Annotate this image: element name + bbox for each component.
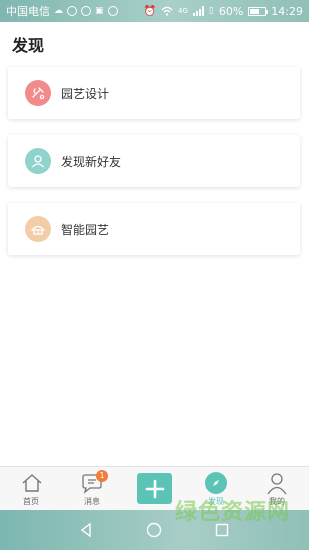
find-friend-icon <box>25 148 51 174</box>
picture-icon: ▣ <box>95 6 104 16</box>
clock-time: 14:29 <box>271 4 303 18</box>
nav-home[interactable]: 首页 <box>6 467 56 511</box>
back-button[interactable] <box>76 520 96 540</box>
home-icon <box>22 474 42 492</box>
home-system-button[interactable] <box>144 520 164 540</box>
back-triangle-icon <box>80 523 91 537</box>
network-type: 4G <box>178 7 188 15</box>
notification-icon <box>107 6 118 16</box>
card-find-friends[interactable]: 发现新好友 <box>8 135 300 187</box>
card-garden-design[interactable]: 园艺设计 <box>8 67 300 119</box>
cloud-icon: ☁ <box>54 6 63 16</box>
garden-design-icon <box>25 80 51 106</box>
message-badge: 1 <box>96 470 108 482</box>
nav-label: 首页 <box>23 497 39 506</box>
watermark: 绿色资源网 <box>175 500 291 525</box>
sim-icon: ▯ <box>208 6 214 16</box>
carrier-name: 中国电信 <box>6 5 50 18</box>
nav-label: 消息 <box>84 497 100 506</box>
qq-icon <box>67 6 77 16</box>
status-bar: 中国电信 ☁ ▣ ⏰ 4G ▯ 60% 14:29 <box>0 0 309 22</box>
card-label: 发现新好友 <box>61 154 122 169</box>
card-smart-garden[interactable]: 智能园艺 <box>8 203 300 255</box>
user-icon <box>267 473 287 495</box>
smart-garden-icon <box>25 216 51 242</box>
battery-percent: 60% <box>218 4 244 18</box>
home-circle-icon <box>146 522 162 538</box>
qq-icon-2 <box>81 6 91 16</box>
signal-icon <box>192 6 204 16</box>
nav-messages[interactable]: 1 消息 <box>67 467 117 511</box>
wifi-icon <box>161 6 173 16</box>
add-button[interactable] <box>137 473 172 504</box>
compass-icon <box>205 472 227 494</box>
battery-icon <box>248 6 269 16</box>
card-label: 园艺设计 <box>61 86 110 101</box>
page-title: 发现 <box>12 36 45 55</box>
plus-icon <box>145 479 164 498</box>
alarm-icon: ⏰ <box>143 5 156 17</box>
card-label: 智能园艺 <box>61 222 110 237</box>
